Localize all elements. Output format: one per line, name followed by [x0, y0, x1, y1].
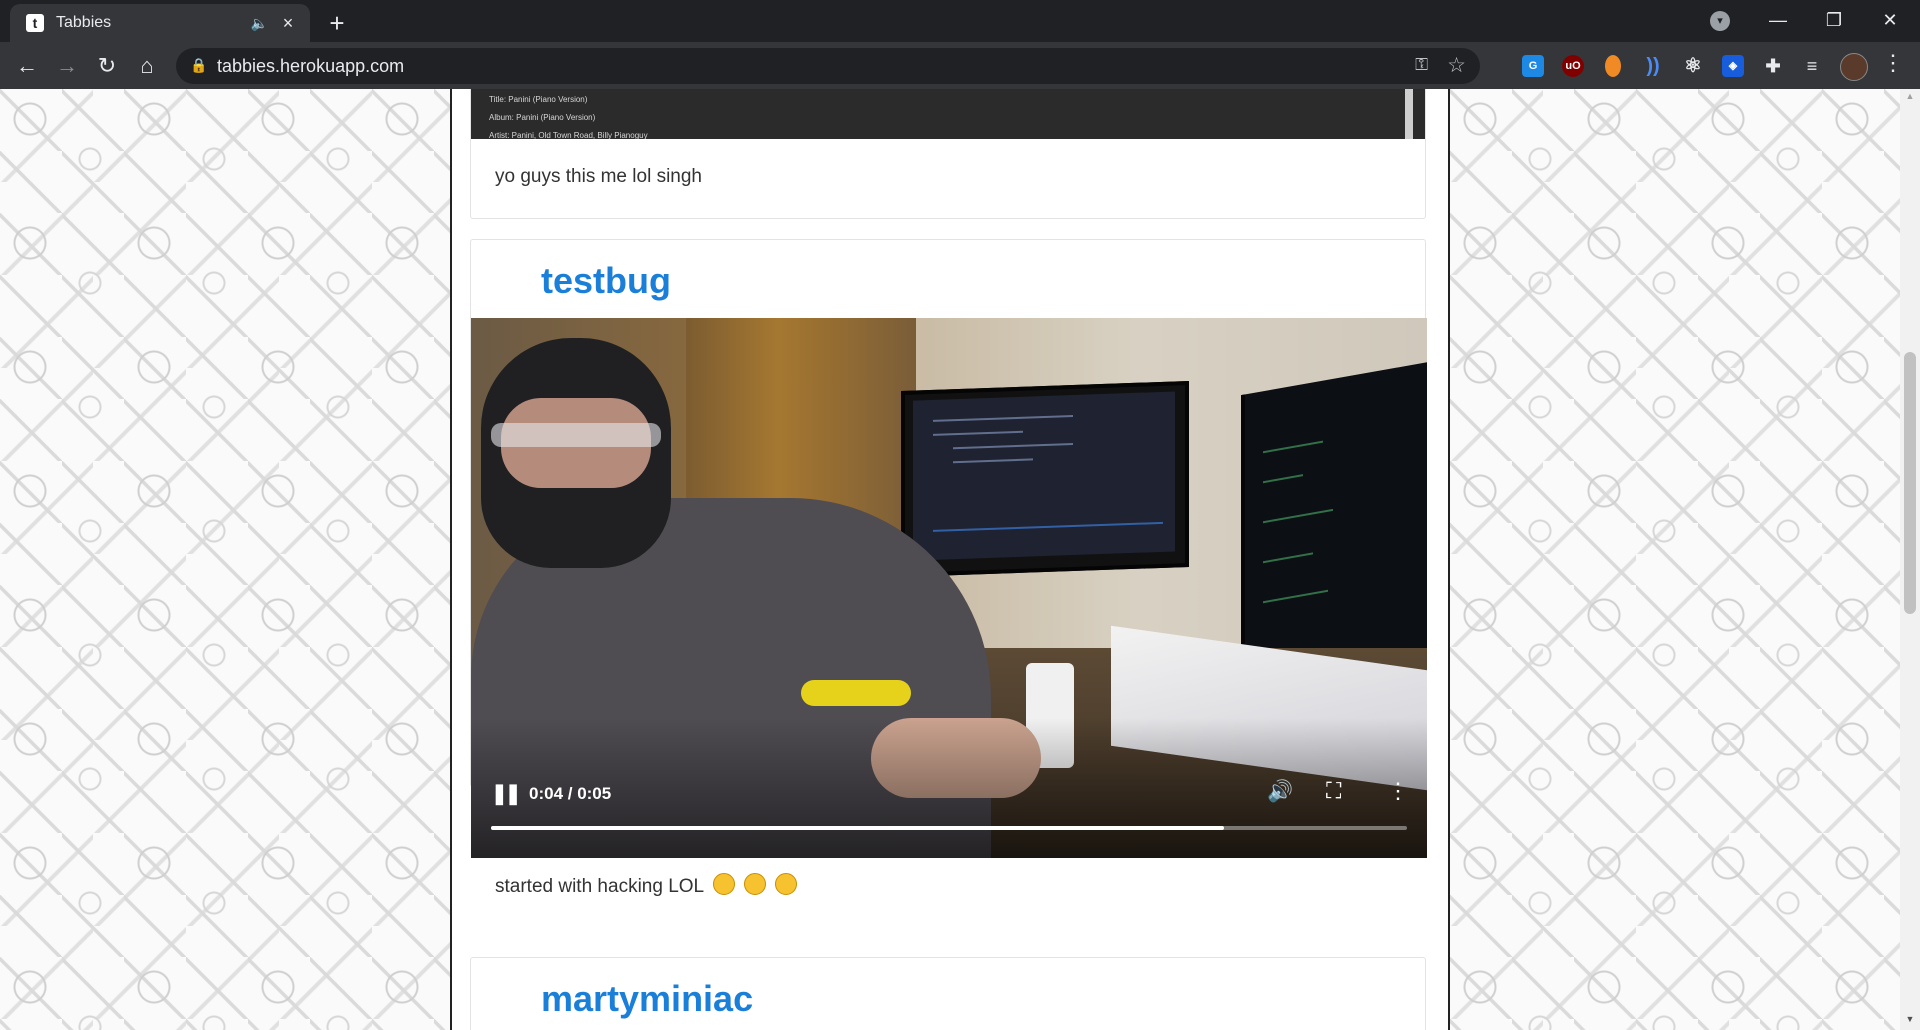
- post-media[interactable]: Title: Panini (Piano Version) Album: Pan…: [471, 89, 1425, 139]
- extensions-puzzle-icon[interactable]: ✚: [1762, 55, 1784, 77]
- react-devtools-ext-icon[interactable]: ⚛: [1682, 55, 1704, 77]
- close-window-button[interactable]: ✕: [1862, 0, 1918, 40]
- doodle-background-left: [0, 89, 452, 1030]
- doodle-background-right: [1448, 89, 1900, 1030]
- pause-icon[interactable]: ❚❚: [491, 781, 521, 806]
- translate-ext-icon[interactable]: G: [1522, 55, 1544, 77]
- bookmark-star-icon[interactable]: ☆: [1447, 53, 1466, 78]
- post-card: martyminiac: [470, 957, 1426, 1030]
- post-caption: yo guys this me lol singh: [495, 166, 702, 187]
- forward-arrow-icon[interactable]: →: [51, 50, 83, 82]
- post-feed: Title: Panini (Piano Version) Album: Pan…: [452, 89, 1448, 1030]
- browser-chrome: t Tabbies 🔈 × + ▾ — ❐ ✕ ← → ↻ ⌂ 🔒 tabbie…: [0, 0, 1920, 89]
- video-time: 0:04 / 0:05: [529, 784, 612, 803]
- squinting-tongue-emoji-icon: [743, 873, 766, 895]
- tab-strip: t Tabbies 🔈 × + ▾ — ❐ ✕: [0, 0, 1920, 42]
- key-icon[interactable]: ⚿: [1415, 55, 1428, 75]
- ublock-ext-icon[interactable]: uO: [1562, 55, 1584, 77]
- reading-list-icon[interactable]: ≡: [1801, 55, 1823, 77]
- post-caption-text: started with hacking LOL: [495, 876, 704, 897]
- media-album: Album: Panini (Piano Version): [489, 113, 596, 122]
- post-username[interactable]: testbug: [541, 260, 671, 302]
- tab-search-icon[interactable]: ▾: [1710, 11, 1730, 31]
- media-artist: Artist: Panini, Old Town Road, Billy Pia…: [489, 131, 648, 139]
- video-player[interactable]: ❚❚ 0:04 / 0:05 🔊 ⛶ ⋮: [471, 318, 1427, 858]
- tongue-out-emoji-icon: [712, 873, 735, 895]
- media-scrollbar[interactable]: [1405, 89, 1413, 139]
- tabbies-favicon-icon: t: [26, 14, 44, 32]
- profile-avatar[interactable]: [1840, 53, 1868, 81]
- video-frame-monitor: [901, 380, 1189, 578]
- address-bar[interactable]: 🔒 tabbies.herokuapp.com ⚿ ☆: [176, 48, 1480, 84]
- minimize-button[interactable]: —: [1750, 0, 1806, 40]
- post-username[interactable]: martyminiac: [541, 978, 753, 1020]
- home-icon[interactable]: ⌂: [131, 50, 163, 82]
- browser-tab[interactable]: t Tabbies 🔈 ×: [10, 4, 310, 42]
- page-viewport: Title: Panini (Piano Version) Album: Pan…: [0, 89, 1900, 1030]
- speaker-icon[interactable]: 🔈: [251, 15, 268, 32]
- post-caption: started with hacking LOL: [495, 873, 798, 898]
- lock-icon[interactable]: 🔒: [190, 57, 207, 74]
- honey-ext-icon[interactable]: [1605, 55, 1621, 77]
- post-card: testbug ❚❚ 0:04 / 0:05 🔊 ⛶ ⋮ started wit…: [470, 239, 1427, 897]
- restore-button[interactable]: ❐: [1806, 0, 1862, 40]
- video-progress-fill: [491, 826, 1224, 830]
- page-scrollbar[interactable]: ▲ ▼: [1900, 89, 1920, 1030]
- new-tab-button[interactable]: +: [322, 8, 352, 38]
- tab-title: Tabbies: [56, 14, 112, 31]
- video-frame-head: [481, 338, 671, 568]
- scroll-up-arrow-icon[interactable]: ▲: [1900, 91, 1920, 105]
- url-text[interactable]: tabbies.herokuapp.com: [217, 56, 404, 77]
- dictionary-ext-icon[interactable]: )): [1642, 55, 1664, 77]
- tab-close-icon[interactable]: ×: [278, 13, 298, 34]
- scrollbar-thumb[interactable]: [1904, 352, 1916, 614]
- more-options-icon[interactable]: ⋮: [1387, 778, 1409, 804]
- back-arrow-icon[interactable]: ←: [11, 50, 43, 82]
- video-progress-bar[interactable]: [491, 826, 1407, 830]
- media-title: Title: Panini (Piano Version): [489, 95, 588, 104]
- browser-menu-icon[interactable]: ⋮: [1882, 50, 1904, 76]
- reload-icon[interactable]: ↻: [91, 50, 123, 82]
- post-card: Title: Panini (Piano Version) Album: Pan…: [470, 89, 1426, 219]
- tears-of-joy-emoji-icon: [775, 873, 798, 895]
- bitwarden-ext-icon[interactable]: ◈: [1722, 55, 1744, 77]
- fullscreen-icon[interactable]: ⛶: [1326, 778, 1341, 804]
- volume-icon[interactable]: 🔊: [1267, 780, 1293, 804]
- scroll-down-arrow-icon[interactable]: ▼: [1900, 1014, 1920, 1028]
- browser-toolbar: ← → ↻ ⌂ 🔒 tabbies.herokuapp.com ⚿ ☆ G uO…: [0, 42, 1920, 89]
- video-frame-banana: [801, 680, 911, 706]
